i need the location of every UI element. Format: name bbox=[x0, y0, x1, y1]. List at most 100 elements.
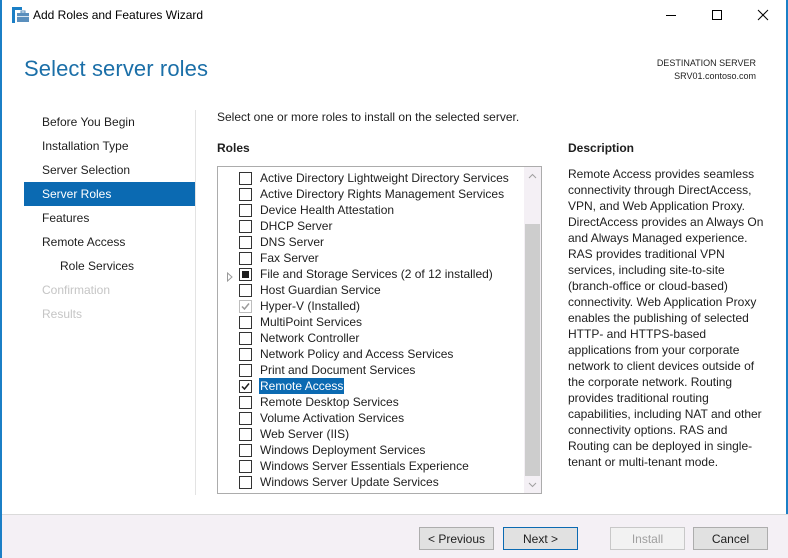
role-row[interactable]: Windows Server Update Services bbox=[218, 474, 523, 490]
role-row[interactable]: Windows Server Essentials Experience bbox=[218, 458, 523, 474]
role-row[interactable]: DHCP Server bbox=[218, 218, 523, 234]
destination-server-name: SRV01.contoso.com bbox=[674, 71, 756, 81]
role-checkbox[interactable] bbox=[239, 476, 252, 489]
role-row[interactable]: Network Controller bbox=[218, 330, 523, 346]
nav-item-before-you-begin[interactable]: Before You Begin bbox=[24, 110, 195, 134]
role-row[interactable]: Device Health Attestation bbox=[218, 202, 523, 218]
role-row[interactable]: Host Guardian Service bbox=[218, 282, 523, 298]
role-checkbox[interactable] bbox=[239, 252, 252, 265]
role-row[interactable]: DNS Server bbox=[218, 234, 523, 250]
role-label[interactable]: Volume Activation Services bbox=[259, 410, 405, 426]
role-checkbox[interactable] bbox=[239, 172, 252, 185]
role-label[interactable]: Active Directory Rights Management Servi… bbox=[259, 186, 505, 202]
nav-item-confirmation: Confirmation bbox=[42, 283, 111, 297]
role-label[interactable]: Print and Document Services bbox=[259, 362, 416, 378]
role-label[interactable]: Active Directory Lightweight Directory S… bbox=[259, 170, 510, 186]
role-checkbox[interactable] bbox=[239, 268, 252, 281]
role-checkbox[interactable] bbox=[239, 364, 252, 377]
minimize-button[interactable] bbox=[648, 0, 694, 30]
next-button[interactable]: Next > bbox=[503, 527, 578, 550]
role-row[interactable]: Web Server (IIS) bbox=[218, 426, 523, 442]
role-label[interactable]: Windows Server Essentials Experience bbox=[259, 458, 470, 474]
expand-arrow-icon[interactable] bbox=[226, 269, 234, 283]
role-checkbox[interactable] bbox=[239, 412, 252, 425]
nav-item-role-services[interactable]: Role Services bbox=[24, 254, 195, 278]
destination-server-info: DESTINATION SERVER SRV01.contoso.com bbox=[657, 57, 756, 83]
title-bar: Add Roles and Features Wizard bbox=[2, 0, 788, 30]
nav-item-remote-access[interactable]: Remote Access bbox=[24, 230, 195, 254]
role-row[interactable]: Active Directory Lightweight Directory S… bbox=[218, 170, 523, 186]
role-row[interactable]: Active Directory Rights Management Servi… bbox=[218, 186, 523, 202]
wizard-steps-nav: Before You Begin Installation Type Server … bbox=[24, 110, 195, 326]
close-icon bbox=[757, 9, 769, 21]
role-row[interactable]: MultiPoint Services bbox=[218, 314, 523, 330]
server-manager-icon bbox=[12, 7, 30, 23]
role-row[interactable]: Network Policy and Access Services bbox=[218, 346, 523, 362]
role-checkbox[interactable] bbox=[239, 316, 252, 329]
role-row[interactable]: Remote Desktop Services bbox=[218, 394, 523, 410]
page-title: Select server roles bbox=[24, 56, 209, 81]
scroll-thumb[interactable] bbox=[525, 224, 540, 476]
role-checkbox[interactable] bbox=[239, 284, 252, 297]
role-checkbox[interactable] bbox=[239, 444, 252, 457]
roles-list-box[interactable]: Active Directory Lightweight Directory S… bbox=[217, 166, 542, 494]
role-checkbox[interactable] bbox=[239, 204, 252, 217]
chevron-up-icon bbox=[528, 173, 537, 178]
nav-item-server-roles[interactable]: Server Roles bbox=[24, 182, 195, 206]
minimize-icon bbox=[666, 15, 676, 16]
role-checkbox[interactable] bbox=[239, 220, 252, 233]
role-label[interactable]: Windows Deployment Services bbox=[259, 442, 426, 458]
role-label[interactable]: DHCP Server bbox=[259, 218, 333, 234]
nav-item-server-selection[interactable]: Server Selection bbox=[24, 158, 195, 182]
role-description: Remote Access provides seamless connecti… bbox=[568, 167, 764, 469]
role-row[interactable]: Remote Access bbox=[218, 378, 523, 394]
nav-divider bbox=[195, 110, 196, 495]
destination-server-label: DESTINATION SERVER bbox=[656, 58, 756, 68]
role-checkbox[interactable] bbox=[239, 236, 252, 249]
roles-heading: Roles bbox=[217, 141, 250, 155]
role-checkbox[interactable] bbox=[239, 396, 252, 409]
roles-list: Active Directory Lightweight Directory S… bbox=[218, 170, 523, 490]
close-button[interactable] bbox=[740, 0, 786, 30]
role-label[interactable]: Network Controller bbox=[259, 330, 360, 346]
role-row[interactable]: Print and Document Services bbox=[218, 362, 523, 378]
maximize-button[interactable] bbox=[694, 0, 740, 30]
role-label[interactable]: Device Health Attestation bbox=[259, 202, 395, 218]
wizard-footer: < Previous Next > Install Cancel bbox=[2, 514, 788, 558]
role-label[interactable]: MultiPoint Services bbox=[259, 314, 363, 330]
instruction-text: Select one or more roles to install on t… bbox=[217, 110, 520, 124]
role-label[interactable]: Host Guardian Service bbox=[259, 282, 382, 298]
window-title: Add Roles and Features Wizard bbox=[33, 8, 204, 22]
scroll-down-button[interactable] bbox=[524, 476, 541, 493]
role-row[interactable]: Windows Deployment Services bbox=[218, 442, 523, 458]
wizard-window: Add Roles and Features Wizard Select ser… bbox=[0, 0, 788, 558]
role-label[interactable]: Network Policy and Access Services bbox=[259, 346, 454, 362]
role-row[interactable]: Volume Activation Services bbox=[218, 410, 523, 426]
role-label[interactable]: Fax Server bbox=[259, 250, 320, 266]
previous-button[interactable]: < Previous bbox=[419, 527, 494, 550]
role-row[interactable]: File and Storage Services (2 of 12 insta… bbox=[218, 266, 523, 283]
scroll-up-button[interactable] bbox=[524, 167, 541, 184]
role-checkbox[interactable] bbox=[239, 380, 252, 393]
role-label[interactable]: Web Server (IIS) bbox=[259, 426, 350, 442]
role-checkbox[interactable] bbox=[239, 188, 252, 201]
role-checkbox[interactable] bbox=[239, 460, 252, 473]
role-checkbox[interactable] bbox=[239, 348, 252, 361]
role-checkbox[interactable] bbox=[239, 428, 252, 441]
role-label[interactable]: Hyper-V (Installed) bbox=[259, 298, 361, 314]
nav-item-installation-type[interactable]: Installation Type bbox=[24, 134, 195, 158]
install-button[interactable]: Install bbox=[610, 527, 685, 550]
role-checkbox[interactable] bbox=[239, 332, 252, 345]
role-row[interactable]: Hyper-V (Installed) bbox=[218, 298, 523, 314]
role-label[interactable]: File and Storage Services (2 of 12 insta… bbox=[259, 266, 494, 282]
roles-scrollbar[interactable] bbox=[524, 167, 541, 493]
nav-item-results: Results bbox=[42, 307, 83, 321]
role-label[interactable]: Remote Access bbox=[259, 378, 345, 394]
role-label[interactable]: DNS Server bbox=[259, 234, 325, 250]
role-label[interactable]: Windows Server Update Services bbox=[259, 474, 440, 490]
nav-item-features[interactable]: Features bbox=[24, 206, 195, 230]
role-label[interactable]: Remote Desktop Services bbox=[259, 394, 400, 410]
role-row[interactable]: Fax Server bbox=[218, 250, 523, 266]
cancel-button[interactable]: Cancel bbox=[693, 527, 768, 550]
chevron-down-icon bbox=[528, 482, 537, 487]
